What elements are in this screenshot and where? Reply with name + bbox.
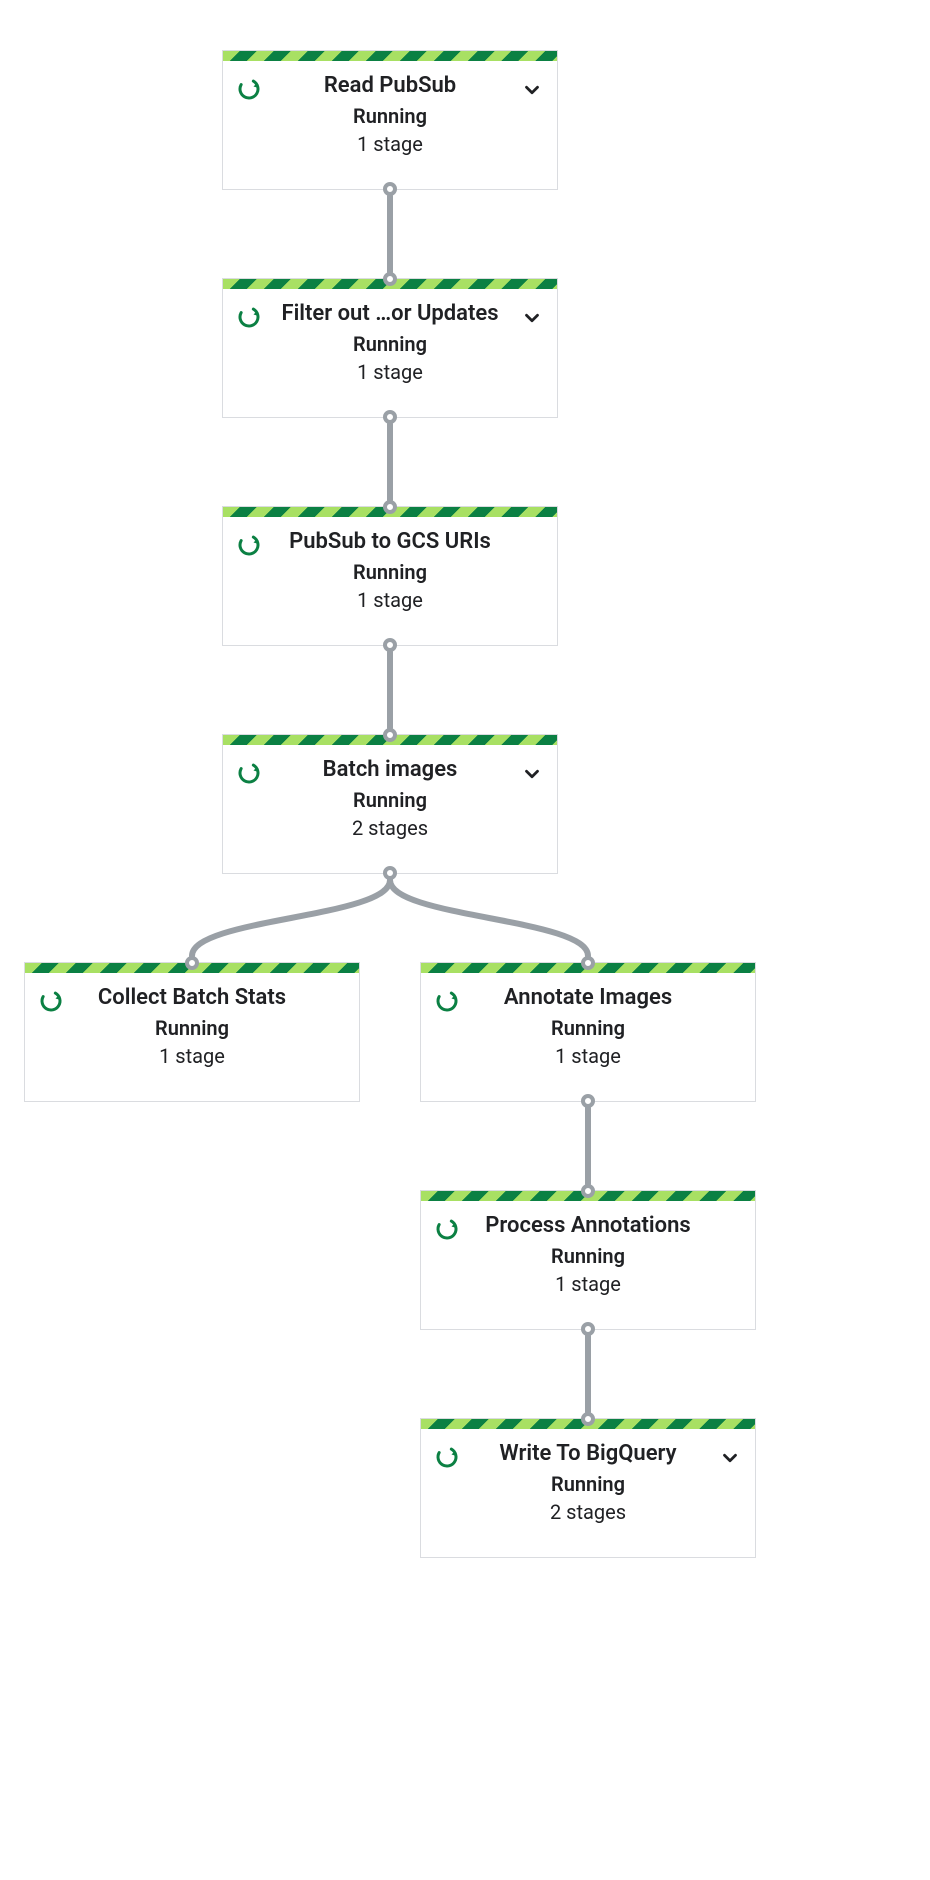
- node-body: PubSub to GCS URIs Running 1 stage: [223, 517, 557, 645]
- pipeline-edge: [192, 880, 390, 956]
- node-body: Batch images Running 2 stages: [223, 745, 557, 873]
- node-stages: 1 stage: [357, 360, 423, 384]
- input-port: [383, 728, 397, 742]
- node-status: Running: [353, 560, 427, 584]
- node-status: Running: [551, 1472, 625, 1496]
- node-stages: 1 stage: [357, 132, 423, 156]
- node-title: Annotate Images: [504, 985, 672, 1010]
- node-stages: 1 stage: [555, 1272, 621, 1296]
- output-port: [383, 410, 397, 424]
- node-body: Collect Batch Stats Running 1 stage: [25, 973, 359, 1101]
- output-port: [581, 1322, 595, 1336]
- node-status: Running: [551, 1016, 625, 1040]
- input-port: [383, 500, 397, 514]
- node-stages: 1 stage: [159, 1044, 225, 1068]
- pipeline-node-process-annotations[interactable]: Process Annotations Running 1 stage: [420, 1190, 756, 1330]
- pipeline-edge: [390, 880, 588, 956]
- pipeline-node-write-to-bigquery[interactable]: Write To BigQuery Running 2 stages: [420, 1418, 756, 1558]
- node-status: Running: [353, 104, 427, 128]
- input-port: [581, 1412, 595, 1426]
- node-body: Filter out …or Updates Running 1 stage: [223, 289, 557, 417]
- node-body: Process Annotations Running 1 stage: [421, 1201, 755, 1329]
- node-title: Collect Batch Stats: [98, 985, 286, 1010]
- node-body: Annotate Images Running 1 stage: [421, 973, 755, 1101]
- output-port: [581, 1094, 595, 1108]
- running-stripe: [223, 51, 557, 61]
- pipeline-node-filter-updates[interactable]: Filter out …or Updates Running 1 stage: [222, 278, 558, 418]
- node-title: Write To BigQuery: [499, 1441, 676, 1466]
- pipeline-node-collect-batch-stats[interactable]: Collect Batch Stats Running 1 stage: [24, 962, 360, 1102]
- node-stages: 1 stage: [555, 1044, 621, 1068]
- node-status: Running: [155, 1016, 229, 1040]
- node-stages: 2 stages: [352, 816, 428, 840]
- pipeline-node-annotate-images[interactable]: Annotate Images Running 1 stage: [420, 962, 756, 1102]
- node-stages: 1 stage: [357, 588, 423, 612]
- node-stages: 2 stages: [550, 1500, 626, 1524]
- node-title: Read PubSub: [324, 73, 456, 98]
- input-port: [581, 956, 595, 970]
- output-port: [383, 638, 397, 652]
- node-title: Batch images: [323, 757, 458, 782]
- node-body: Read PubSub Running 1 stage: [223, 61, 557, 189]
- node-status: Running: [353, 788, 427, 812]
- node-title: PubSub to GCS URIs: [289, 529, 491, 554]
- node-body: Write To BigQuery Running 2 stages: [421, 1429, 755, 1557]
- node-status: Running: [353, 332, 427, 356]
- node-title: Process Annotations: [485, 1213, 690, 1238]
- pipeline-node-batch-images[interactable]: Batch images Running 2 stages: [222, 734, 558, 874]
- output-port: [383, 866, 397, 880]
- node-status: Running: [551, 1244, 625, 1268]
- input-port: [581, 1184, 595, 1198]
- output-port: [383, 182, 397, 196]
- pipeline-node-pubsub-to-gcs-uris[interactable]: PubSub to GCS URIs Running 1 stage: [222, 506, 558, 646]
- node-title: Filter out …or Updates: [281, 301, 498, 326]
- input-port: [185, 956, 199, 970]
- pipeline-node-read-pubsub[interactable]: Read PubSub Running 1 stage: [222, 50, 558, 190]
- input-port: [383, 272, 397, 286]
